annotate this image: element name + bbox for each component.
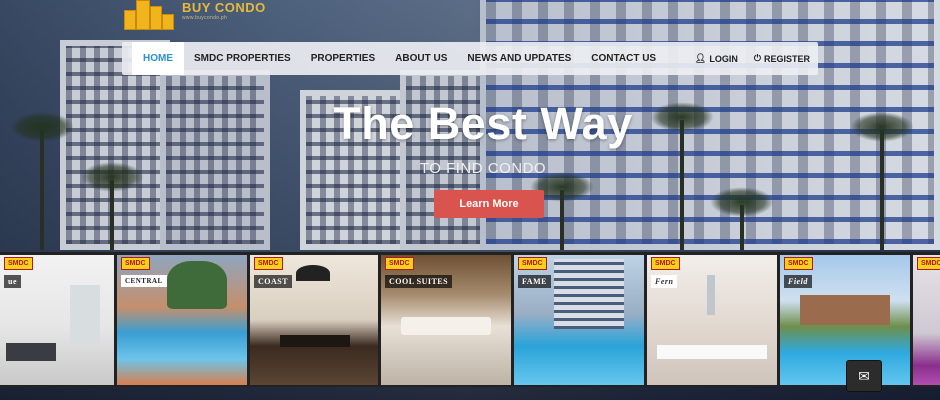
nav-properties[interactable]: PROPERTIES <box>301 42 385 75</box>
register-label: REGISTER <box>763 53 810 64</box>
property-card[interactable]: SMDC ue <box>0 255 114 385</box>
property-card[interactable]: SMDC FAME <box>514 255 644 385</box>
login-label: LOGIN <box>709 53 738 64</box>
logo-name: BUY CONDO <box>182 0 266 15</box>
learn-more-button[interactable]: Learn More <box>434 190 544 218</box>
property-card[interactable]: SMDC COAST <box>250 255 378 385</box>
palm-tree <box>710 187 774 250</box>
property-brand: COAST <box>254 275 293 288</box>
smdc-badge: SMDC <box>254 257 283 270</box>
building-logo-icon <box>122 0 176 30</box>
nav-contact-us[interactable]: CONTACT US <box>581 42 666 75</box>
smdc-badge: SMDC <box>121 257 150 270</box>
user-icon: 👤︎ <box>694 53 707 63</box>
register-link[interactable]: ⏻ REGISTER <box>746 53 818 64</box>
smdc-badge: SMDC <box>784 257 813 270</box>
property-card[interactable]: SMDC COOL SUITES <box>381 255 511 385</box>
logo-tagline: www.buycondo.ph <box>182 15 228 21</box>
contact-mail-button[interactable]: ✉ <box>846 360 882 392</box>
smdc-badge: SMDC <box>385 257 414 270</box>
power-icon: ⏻ <box>753 53 761 63</box>
main-navbar: HOME SMDC PROPERTIES PROPERTIES ABOUT US… <box>122 42 818 75</box>
property-image <box>913 255 940 385</box>
property-brand: Field <box>784 275 812 288</box>
smdc-badge: SMDC <box>651 257 680 270</box>
smdc-badge: SMDC <box>518 257 547 270</box>
property-brand: FAME <box>518 275 551 288</box>
site-logo[interactable]: BUY CONDO www.buycondo.ph <box>122 0 266 34</box>
palm-tree <box>80 162 144 250</box>
palm-tree <box>530 172 594 250</box>
hero-subtitle: TO FIND CONDO <box>419 160 547 177</box>
hero-title: The Best Way <box>333 98 633 149</box>
logo-text: BUY CONDO www.buycondo.ph <box>182 0 266 21</box>
smdc-badge: SMDC <box>917 257 940 270</box>
property-carousel: SMDC ue SMDC CENTRAL SMDC COAST SMDC COO… <box>0 252 940 387</box>
login-link[interactable]: 👤︎ LOGIN <box>687 53 746 64</box>
smdc-badge: SMDC <box>4 257 33 270</box>
property-card[interactable]: SMDC <box>913 255 940 385</box>
envelope-icon: ✉ <box>858 367 870 384</box>
property-brand: COOL SUITES <box>385 275 453 288</box>
property-card[interactable]: SMDC Fern <box>647 255 777 385</box>
property-brand: CENTRAL <box>121 275 167 287</box>
property-card[interactable]: SMDC Field <box>780 255 910 385</box>
nav-home[interactable]: HOME <box>132 42 184 75</box>
property-brand: ue <box>4 275 21 288</box>
nav-about-us[interactable]: ABOUT US <box>385 42 457 75</box>
nav-news-and-updates[interactable]: NEWS AND UPDATES <box>457 42 581 75</box>
nav-smdc-properties[interactable]: SMDC PROPERTIES <box>184 42 301 75</box>
property-card[interactable]: SMDC CENTRAL <box>117 255 247 385</box>
property-brand: Fern <box>651 275 678 288</box>
